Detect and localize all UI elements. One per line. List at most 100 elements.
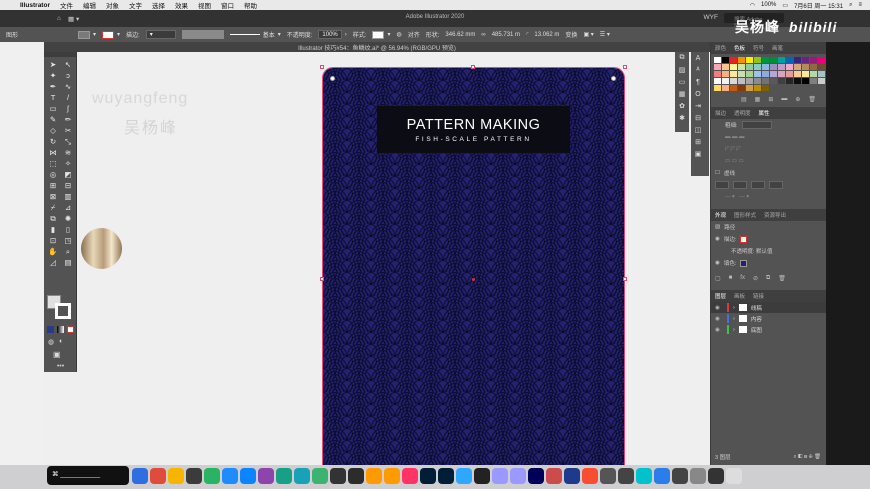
menu-edit[interactable]: 编辑	[83, 0, 96, 10]
tab-symbols[interactable]: 符号	[753, 44, 764, 52]
stroke-swatch[interactable]: ▾	[102, 30, 120, 39]
color-swatch[interactable]	[738, 57, 745, 63]
color-swatch[interactable]	[738, 78, 745, 84]
dock-app-icon[interactable]	[708, 468, 724, 484]
color-swatch[interactable]	[810, 64, 817, 70]
artboard-panel-icon[interactable]: ⧉	[675, 52, 689, 64]
selection-tool-icon[interactable]: ➤	[46, 59, 60, 70]
tab-swatches[interactable]: 色板	[734, 44, 745, 52]
dock-app-icon[interactable]	[258, 468, 274, 484]
menu-help[interactable]: 帮助	[244, 0, 257, 10]
add-effect-icon[interactable]: fx	[740, 275, 745, 282]
appearance-opacity-label[interactable]: 不透明度: 默认值	[731, 247, 773, 255]
add-fill-icon[interactable]: ■	[729, 275, 733, 282]
character-panel-icon[interactable]: A	[691, 52, 705, 64]
stroke-weight-field[interactable]: ▾	[145, 30, 176, 39]
title-box[interactable]: PATTERN MAKING FISH-SCALE PATTERN	[377, 106, 570, 153]
variable-width-field[interactable]	[181, 30, 224, 39]
color-swatch[interactable]	[746, 57, 753, 63]
curvature-tool-icon[interactable]: ∿	[61, 81, 75, 92]
workspace-switcher[interactable]: WYF	[704, 14, 718, 21]
bounding-handle[interactable]	[623, 65, 627, 69]
color-swatch[interactable]	[786, 57, 793, 63]
opacity-value[interactable]: 100%	[318, 30, 342, 39]
pencil-tool-icon[interactable]: ✏	[61, 114, 75, 125]
edit-toolbar-icon[interactable]: •••	[44, 363, 77, 370]
color-swatch[interactable]	[746, 78, 753, 84]
live-paint-tool-icon[interactable]: ◩	[61, 169, 75, 180]
color-swatch[interactable]	[714, 64, 721, 70]
layer-name[interactable]: 线稿	[751, 304, 762, 312]
color-swatch[interactable]	[714, 57, 721, 63]
paragraph-panel-icon[interactable]: ¶	[691, 76, 705, 88]
bounding-handle[interactable]	[623, 277, 627, 281]
tab-artboards[interactable]: 画板	[734, 292, 745, 300]
stroke-none-swatch[interactable]	[740, 235, 748, 243]
fill-swatch[interactable]: ▾	[78, 30, 96, 39]
dock-app-icon[interactable]	[132, 468, 148, 484]
color-swatch[interactable]	[762, 64, 769, 70]
dock-app-icon[interactable]	[474, 468, 490, 484]
expand-chevron-icon[interactable]: ›	[733, 316, 735, 322]
swatch-kind-icon[interactable]: ▦	[755, 96, 761, 103]
opacity-field[interactable]: 100% ›	[318, 30, 347, 39]
gap-field[interactable]	[733, 181, 747, 189]
color-swatch[interactable]	[746, 71, 753, 77]
clock[interactable]: 7月6日 周一 15:31	[794, 1, 843, 10]
color-swatch[interactable]	[746, 64, 753, 70]
corner-widget[interactable]	[330, 76, 335, 81]
locate-object-icon[interactable]: ⌕	[794, 454, 797, 460]
color-swatch[interactable]	[802, 71, 809, 77]
color-swatch[interactable]	[722, 57, 729, 63]
dock-app-icon[interactable]	[636, 468, 652, 484]
zoom-tool-icon[interactable]: ⌕	[61, 246, 75, 257]
color-mode-icon[interactable]	[47, 326, 54, 333]
dock-app-icon[interactable]	[294, 468, 310, 484]
blend-tool-icon[interactable]: ⧉	[46, 213, 60, 224]
color-swatch[interactable]	[762, 57, 769, 63]
color-swatch[interactable]	[810, 78, 817, 84]
cap-options-icon[interactable]: ▬ ▬ ▬	[725, 134, 745, 140]
tab-links[interactable]: 链接	[753, 292, 764, 300]
color-swatch[interactable]	[762, 71, 769, 77]
knife-tool-icon[interactable]: ◿	[46, 257, 60, 268]
color-swatch[interactable]	[738, 85, 745, 91]
color-swatch[interactable]	[818, 57, 825, 63]
shaper-tool-icon[interactable]: ✎	[46, 114, 60, 125]
color-swatch[interactable]	[786, 78, 793, 84]
stroke-swatch[interactable]	[55, 303, 71, 319]
shape-builder-tool-icon[interactable]: ◎	[46, 169, 60, 180]
color-swatch[interactable]	[754, 78, 761, 84]
dock-app-icon[interactable]	[330, 468, 346, 484]
dock-app-icon[interactable]	[564, 468, 580, 484]
wifi-icon[interactable]: ◠	[750, 2, 755, 9]
recolor-icon[interactable]: ◍	[396, 31, 401, 38]
menu-select[interactable]: 选择	[152, 0, 165, 10]
gap-field[interactable]	[769, 181, 783, 189]
menu-object[interactable]: 对象	[106, 0, 119, 10]
magic-wand-tool-icon[interactable]: ✦	[46, 70, 60, 81]
menu-file[interactable]: 文件	[60, 0, 73, 10]
color-swatch[interactable]	[802, 78, 809, 84]
bounding-handle[interactable]	[320, 277, 324, 281]
color-swatch[interactable]	[714, 78, 721, 84]
color-swatch[interactable]	[730, 85, 737, 91]
swatch-panel-icon[interactable]: ▦	[675, 88, 689, 100]
weight-field[interactable]	[741, 121, 772, 129]
color-swatch[interactable]	[778, 57, 785, 63]
tab-layers[interactable]: 图层	[715, 292, 726, 300]
fill-pattern-swatch[interactable]	[740, 259, 748, 267]
links-panel-icon[interactable]: ▭	[675, 76, 689, 88]
color-swatch[interactable]	[730, 64, 737, 70]
color-swatch[interactable]	[810, 71, 817, 77]
tab-asset-export[interactable]: 资源导出	[764, 211, 786, 219]
gold-gradient-circle[interactable]	[81, 228, 122, 269]
color-swatch[interactable]	[794, 71, 801, 77]
color-swatch[interactable]	[762, 85, 769, 91]
swatch-options-icon[interactable]: ⊞	[768, 96, 773, 103]
clipping-mask-icon[interactable]: ◧	[798, 454, 802, 460]
color-swatch[interactable]	[754, 71, 761, 77]
visibility-eye-icon[interactable]: ◉	[715, 260, 720, 266]
color-swatch[interactable]	[722, 64, 729, 70]
eraser-tool-icon[interactable]: ◇	[46, 125, 60, 136]
